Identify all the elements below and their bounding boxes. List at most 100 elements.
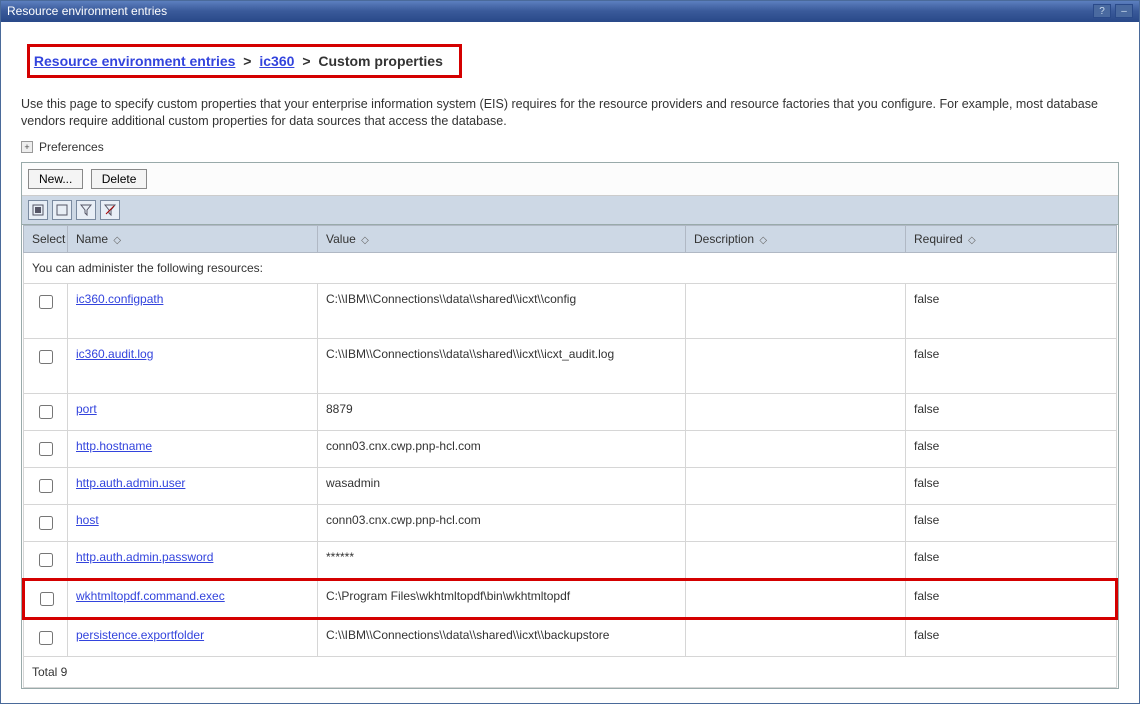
breadcrumb-sep: > — [243, 53, 251, 69]
page-description: Use this page to specify custom properti… — [21, 96, 1119, 130]
action-button-row: New... Delete — [22, 163, 1118, 196]
titlebar-title: Resource environment entries — [7, 4, 167, 18]
titlebar: Resource environment entries ? – — [1, 1, 1139, 22]
row-checkbox[interactable] — [39, 295, 53, 309]
row-checkbox[interactable] — [39, 516, 53, 530]
breadcrumb-current: Custom properties — [318, 53, 442, 69]
row-select-cell — [24, 338, 68, 393]
col-header-description[interactable]: Description ◇ — [686, 225, 906, 252]
property-name-link[interactable]: ic360.configpath — [76, 292, 163, 306]
row-checkbox[interactable] — [39, 442, 53, 456]
row-name-cell: wkhtmltopdf.command.exec — [68, 579, 318, 618]
row-value-cell: wasadmin — [318, 467, 686, 504]
sort-icon: ◇ — [361, 235, 369, 246]
admin-console-window: Resource environment entries ? – Resourc… — [0, 0, 1140, 704]
sort-icon: ◇ — [759, 235, 767, 246]
row-select-cell — [24, 618, 68, 656]
row-select-cell — [24, 579, 68, 618]
row-value-cell: 8879 — [318, 393, 686, 430]
row-value-cell: conn03.cnx.cwp.pnp-hcl.com — [318, 504, 686, 541]
selection-icon-row — [22, 196, 1118, 225]
row-value-cell: C:\Program Files\wkhtmltopdf\bin\wkhtmlt… — [318, 579, 686, 618]
row-required-cell: false — [906, 467, 1117, 504]
minimize-icon[interactable]: – — [1115, 4, 1133, 18]
row-description-cell — [686, 283, 906, 338]
total-row: Total 9 — [24, 656, 1117, 687]
row-required-cell: false — [906, 283, 1117, 338]
row-select-cell — [24, 430, 68, 467]
clear-filter-icon[interactable] — [100, 200, 120, 220]
row-name-cell: ic360.configpath — [68, 283, 318, 338]
sort-icon: ◇ — [113, 235, 121, 246]
col-header-required[interactable]: Required ◇ — [906, 225, 1117, 252]
new-button[interactable]: New... — [28, 169, 83, 189]
table-row: http.auth.admin.password ****** false — [24, 541, 1117, 579]
row-checkbox[interactable] — [39, 553, 53, 567]
breadcrumb: Resource environment entries > ic360 > C… — [21, 36, 1119, 86]
help-icon[interactable]: ? — [1093, 4, 1111, 18]
col-header-name[interactable]: Name ◇ — [68, 225, 318, 252]
delete-button[interactable]: Delete — [91, 169, 148, 189]
row-required-cell: false — [906, 393, 1117, 430]
row-required-cell: false — [906, 430, 1117, 467]
row-checkbox[interactable] — [39, 631, 53, 645]
property-name-link[interactable]: http.auth.admin.user — [76, 476, 185, 490]
col-header-value[interactable]: Value ◇ — [318, 225, 686, 252]
property-name-link[interactable]: ic360.audit.log — [76, 347, 153, 361]
row-name-cell: host — [68, 504, 318, 541]
property-name-link[interactable]: wkhtmltopdf.command.exec — [76, 589, 225, 603]
row-required-cell: false — [906, 579, 1117, 618]
row-name-cell: ic360.audit.log — [68, 338, 318, 393]
table-row: persistence.exportfolder C:\\IBM\\Connect… — [24, 618, 1117, 656]
row-description-cell — [686, 467, 906, 504]
property-name-link[interactable]: persistence.exportfolder — [76, 628, 204, 642]
content-area: Resource environment entries > ic360 > C… — [1, 22, 1139, 703]
deselect-all-icon[interactable] — [52, 200, 72, 220]
row-required-cell: false — [906, 541, 1117, 579]
row-checkbox[interactable] — [39, 479, 53, 493]
properties-table: Select Name ◇ Value ◇ Description ◇ Requ… — [22, 225, 1118, 688]
property-name-link[interactable]: port — [76, 402, 97, 416]
row-checkbox[interactable] — [40, 592, 54, 606]
row-select-cell — [24, 541, 68, 579]
row-description-cell — [686, 504, 906, 541]
breadcrumb-link-scope[interactable]: ic360 — [259, 53, 294, 69]
row-description-cell — [686, 579, 906, 618]
table-row: ic360.configpath C:\\IBM\\Connections\\da… — [24, 283, 1117, 338]
row-select-cell — [24, 504, 68, 541]
row-name-cell: http.auth.admin.password — [68, 541, 318, 579]
row-required-cell: false — [906, 338, 1117, 393]
table-row: http.hostnameconn03.cnx.cwp.pnp-hcl.comf… — [24, 430, 1117, 467]
row-name-cell: http.hostname — [68, 430, 318, 467]
table-row: ic360.audit.log C:\\IBM\\Connections\\dat… — [24, 338, 1117, 393]
row-name-cell: persistence.exportfolder — [68, 618, 318, 656]
sort-icon: ◇ — [968, 235, 976, 246]
row-value-cell: ****** — [318, 541, 686, 579]
breadcrumb-link-root[interactable]: Resource environment entries — [34, 53, 236, 69]
property-name-link[interactable]: http.hostname — [76, 439, 152, 453]
table-row: host conn03.cnx.cwp.pnp-hcl.com false — [24, 504, 1117, 541]
property-name-link[interactable]: http.auth.admin.password — [76, 550, 213, 564]
row-description-cell — [686, 618, 906, 656]
table-row: wkhtmltopdf.command.exec C:\Program Files… — [24, 579, 1117, 618]
row-name-cell: http.auth.admin.user — [68, 467, 318, 504]
row-value-cell: C:\\IBM\\Connections\\data\\shared\\icxt… — [318, 338, 686, 393]
row-description-cell — [686, 541, 906, 579]
row-required-cell: false — [906, 504, 1117, 541]
row-checkbox[interactable] — [39, 405, 53, 419]
table-row: port 8879 false — [24, 393, 1117, 430]
preferences-label: Preferences — [39, 140, 104, 154]
select-all-icon[interactable] — [28, 200, 48, 220]
row-value-cell: C:\\IBM\\Connections\\data\\shared\\icxt… — [318, 618, 686, 656]
properties-table-container: New... Delete S — [21, 162, 1119, 689]
filter-icon[interactable] — [76, 200, 96, 220]
expand-icon[interactable]: + — [21, 141, 33, 153]
row-checkbox[interactable] — [39, 350, 53, 364]
property-name-link[interactable]: host — [76, 513, 99, 527]
row-select-cell — [24, 393, 68, 430]
table-row: http.auth.admin.user wasadmin false — [24, 467, 1117, 504]
row-select-cell — [24, 467, 68, 504]
preferences-toggle[interactable]: + Preferences — [21, 140, 1119, 154]
breadcrumb-sep: > — [302, 53, 310, 69]
row-value-cell: C:\\IBM\\Connections\\data\\shared\\icxt… — [318, 283, 686, 338]
